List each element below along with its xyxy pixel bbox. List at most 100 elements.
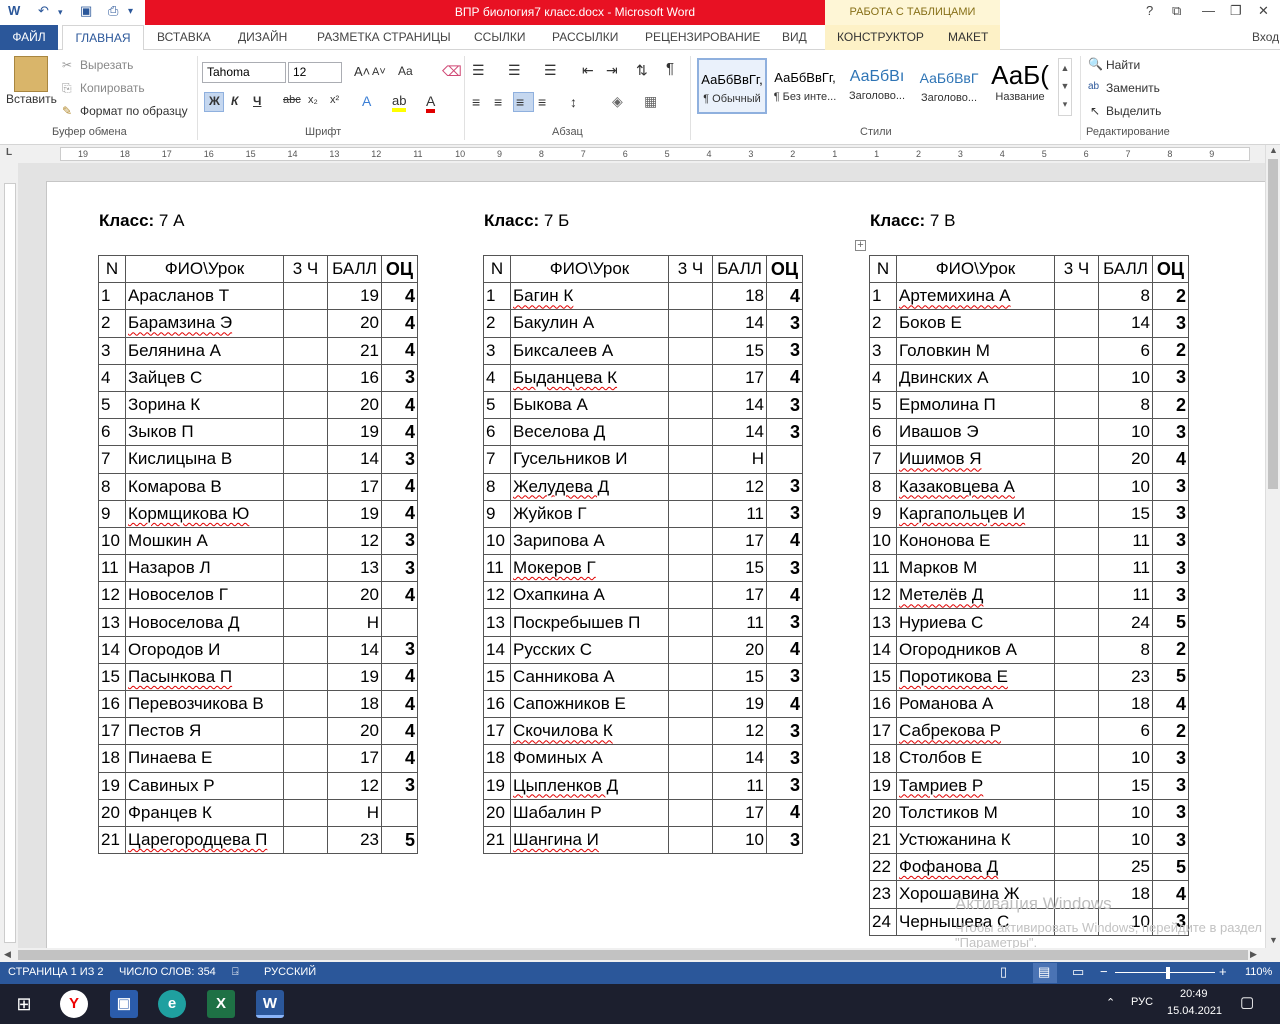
grade-cell[interactable]: 3 bbox=[381, 771, 418, 800]
part3-cell[interactable] bbox=[1054, 717, 1099, 746]
zoom-level[interactable]: 110% bbox=[1245, 966, 1272, 978]
grade-cell[interactable]: 4 bbox=[1152, 445, 1189, 474]
show-marks-icon[interactable]: ¶ bbox=[666, 60, 674, 77]
grade-cell[interactable]: 4 bbox=[766, 526, 803, 556]
zoom-slider-thumb[interactable] bbox=[1166, 967, 1170, 979]
cut-button[interactable]: Вырезать bbox=[80, 58, 133, 72]
row-number-cell[interactable]: 17 bbox=[483, 717, 511, 746]
part3-cell[interactable] bbox=[668, 744, 713, 773]
document-page[interactable]: Класс: 7 А Класс: 7 Б Класс: 7 В + N ФИО\… bbox=[46, 181, 1265, 948]
student-name-cell[interactable]: Царегородцева П bbox=[125, 825, 284, 855]
grade-cell[interactable]: 3 bbox=[766, 662, 803, 692]
grade-cell[interactable]: 2 bbox=[1152, 717, 1189, 746]
scroll-down-icon[interactable]: ▼ bbox=[1269, 935, 1278, 945]
row-number-cell[interactable]: 21 bbox=[98, 825, 126, 855]
score-cell[interactable]: 14 bbox=[712, 390, 767, 420]
student-name-cell[interactable]: Русских С bbox=[510, 635, 669, 664]
row-number-cell[interactable]: 5 bbox=[483, 390, 511, 420]
score-cell[interactable]: 15 bbox=[1098, 499, 1153, 528]
student-name-cell[interactable]: Устюжанина К bbox=[896, 825, 1055, 855]
clock-date[interactable]: 15.04.2021 bbox=[1167, 1005, 1222, 1017]
score-cell[interactable]: Н bbox=[327, 608, 382, 637]
row-number-cell[interactable]: 2 bbox=[98, 309, 126, 338]
input-language[interactable]: РУС bbox=[1131, 996, 1153, 1008]
row-number-cell[interactable]: 22 bbox=[869, 853, 897, 882]
grade-cell[interactable]: 5 bbox=[1152, 853, 1189, 882]
part3-cell[interactable] bbox=[668, 717, 713, 746]
score-cell[interactable]: 14 bbox=[712, 418, 767, 447]
part3-cell[interactable] bbox=[668, 608, 713, 637]
grade-cell[interactable]: 4 bbox=[381, 309, 418, 338]
grade-cell[interactable]: 2 bbox=[1152, 390, 1189, 420]
score-cell[interactable]: 18 bbox=[1098, 689, 1153, 719]
student-name-cell[interactable]: Романова А bbox=[896, 689, 1055, 719]
grade-cell[interactable]: 3 bbox=[1152, 825, 1189, 855]
multilevel-list-icon[interactable]: ☰ bbox=[544, 62, 557, 79]
grade-cell[interactable]: 4 bbox=[381, 390, 418, 420]
part3-cell[interactable] bbox=[283, 418, 328, 447]
grade-cell[interactable]: 5 bbox=[1152, 608, 1189, 637]
student-name-cell[interactable]: Зыков П bbox=[125, 418, 284, 447]
student-name-cell[interactable]: Цыпленков Д bbox=[510, 771, 669, 800]
part3-cell[interactable] bbox=[668, 798, 713, 827]
part3-cell[interactable] bbox=[1054, 798, 1099, 827]
part3-cell[interactable] bbox=[1054, 853, 1099, 882]
part3-cell[interactable] bbox=[283, 581, 328, 610]
customize-toolbar-icon[interactable]: ▾ bbox=[128, 6, 133, 17]
student-name-cell[interactable]: Кислицына В bbox=[125, 445, 284, 474]
tab-references[interactable]: ССЫЛКИ bbox=[474, 30, 525, 44]
student-name-cell[interactable]: Шангина И bbox=[510, 825, 669, 855]
grade-cell[interactable]: 3 bbox=[766, 771, 803, 800]
paste-button[interactable]: Вставить bbox=[6, 92, 57, 106]
score-cell[interactable]: 17 bbox=[712, 526, 767, 556]
row-number-cell[interactable]: 12 bbox=[483, 581, 511, 610]
score-cell[interactable]: 8 bbox=[1098, 390, 1153, 420]
score-cell[interactable]: 8 bbox=[1098, 282, 1153, 311]
student-name-cell[interactable]: Пасынкова П bbox=[125, 662, 284, 692]
row-number-cell[interactable]: 10 bbox=[869, 526, 897, 556]
text-effects-icon[interactable]: A bbox=[362, 93, 371, 109]
sign-in-link[interactable]: Вход bbox=[1252, 30, 1279, 44]
tab-design[interactable]: ДИЗАЙН bbox=[238, 30, 287, 44]
student-name-cell[interactable]: Веселова Д bbox=[510, 418, 669, 447]
row-number-cell[interactable]: 8 bbox=[483, 472, 511, 501]
row-number-cell[interactable]: 1 bbox=[98, 282, 126, 311]
header-cell[interactable]: ФИО\Урок bbox=[510, 254, 669, 284]
header-cell[interactable]: ФИО\Урок bbox=[896, 254, 1055, 284]
score-cell[interactable]: 16 bbox=[327, 363, 382, 392]
student-name-cell[interactable]: Огородников А bbox=[896, 635, 1055, 664]
part3-cell[interactable] bbox=[1054, 689, 1099, 719]
bullets-icon[interactable]: ☰ bbox=[472, 62, 485, 79]
part3-cell[interactable] bbox=[1054, 608, 1099, 637]
student-name-cell[interactable]: Барамзина Э bbox=[125, 309, 284, 338]
shrink-font-icon[interactable]: A˅ bbox=[372, 66, 386, 78]
score-cell[interactable]: 17 bbox=[712, 581, 767, 610]
row-number-cell[interactable]: 18 bbox=[869, 744, 897, 773]
student-name-cell[interactable]: Новоселов Г bbox=[125, 581, 284, 610]
student-name-cell[interactable]: Шабалин Р bbox=[510, 798, 669, 827]
grade-cell[interactable]: 4 bbox=[381, 472, 418, 501]
score-cell[interactable]: 11 bbox=[712, 771, 767, 800]
score-cell[interactable]: 25 bbox=[1098, 853, 1153, 882]
grade-cell[interactable]: 4 bbox=[766, 798, 803, 827]
score-cell[interactable]: 11 bbox=[1098, 581, 1153, 610]
student-name-cell[interactable]: Тамриев Р bbox=[896, 771, 1055, 800]
score-cell[interactable]: 15 bbox=[712, 662, 767, 692]
row-number-cell[interactable]: 15 bbox=[483, 662, 511, 692]
scroll-left-icon[interactable]: ◀ bbox=[4, 949, 11, 960]
font-size-box[interactable]: 12 bbox=[288, 62, 342, 83]
part3-cell[interactable] bbox=[1054, 390, 1099, 420]
row-number-cell[interactable]: 16 bbox=[869, 689, 897, 719]
superscript-icon[interactable]: x² bbox=[330, 94, 339, 106]
part3-cell[interactable] bbox=[1054, 472, 1099, 501]
part3-cell[interactable] bbox=[1054, 418, 1099, 447]
tab-mailings[interactable]: РАССЫЛКИ bbox=[552, 30, 618, 44]
grade-cell[interactable]: 4 bbox=[766, 689, 803, 719]
row-number-cell[interactable]: 3 bbox=[483, 336, 511, 365]
part3-cell[interactable] bbox=[1054, 635, 1099, 664]
row-number-cell[interactable]: 20 bbox=[98, 798, 126, 827]
change-case-button[interactable]: Aa bbox=[398, 64, 413, 78]
style-heading-2[interactable]: АаБбВвГ Заголово... bbox=[914, 58, 984, 114]
table-move-handle-icon[interactable]: + bbox=[855, 240, 866, 251]
student-name-cell[interactable]: Быданцева К bbox=[510, 363, 669, 392]
